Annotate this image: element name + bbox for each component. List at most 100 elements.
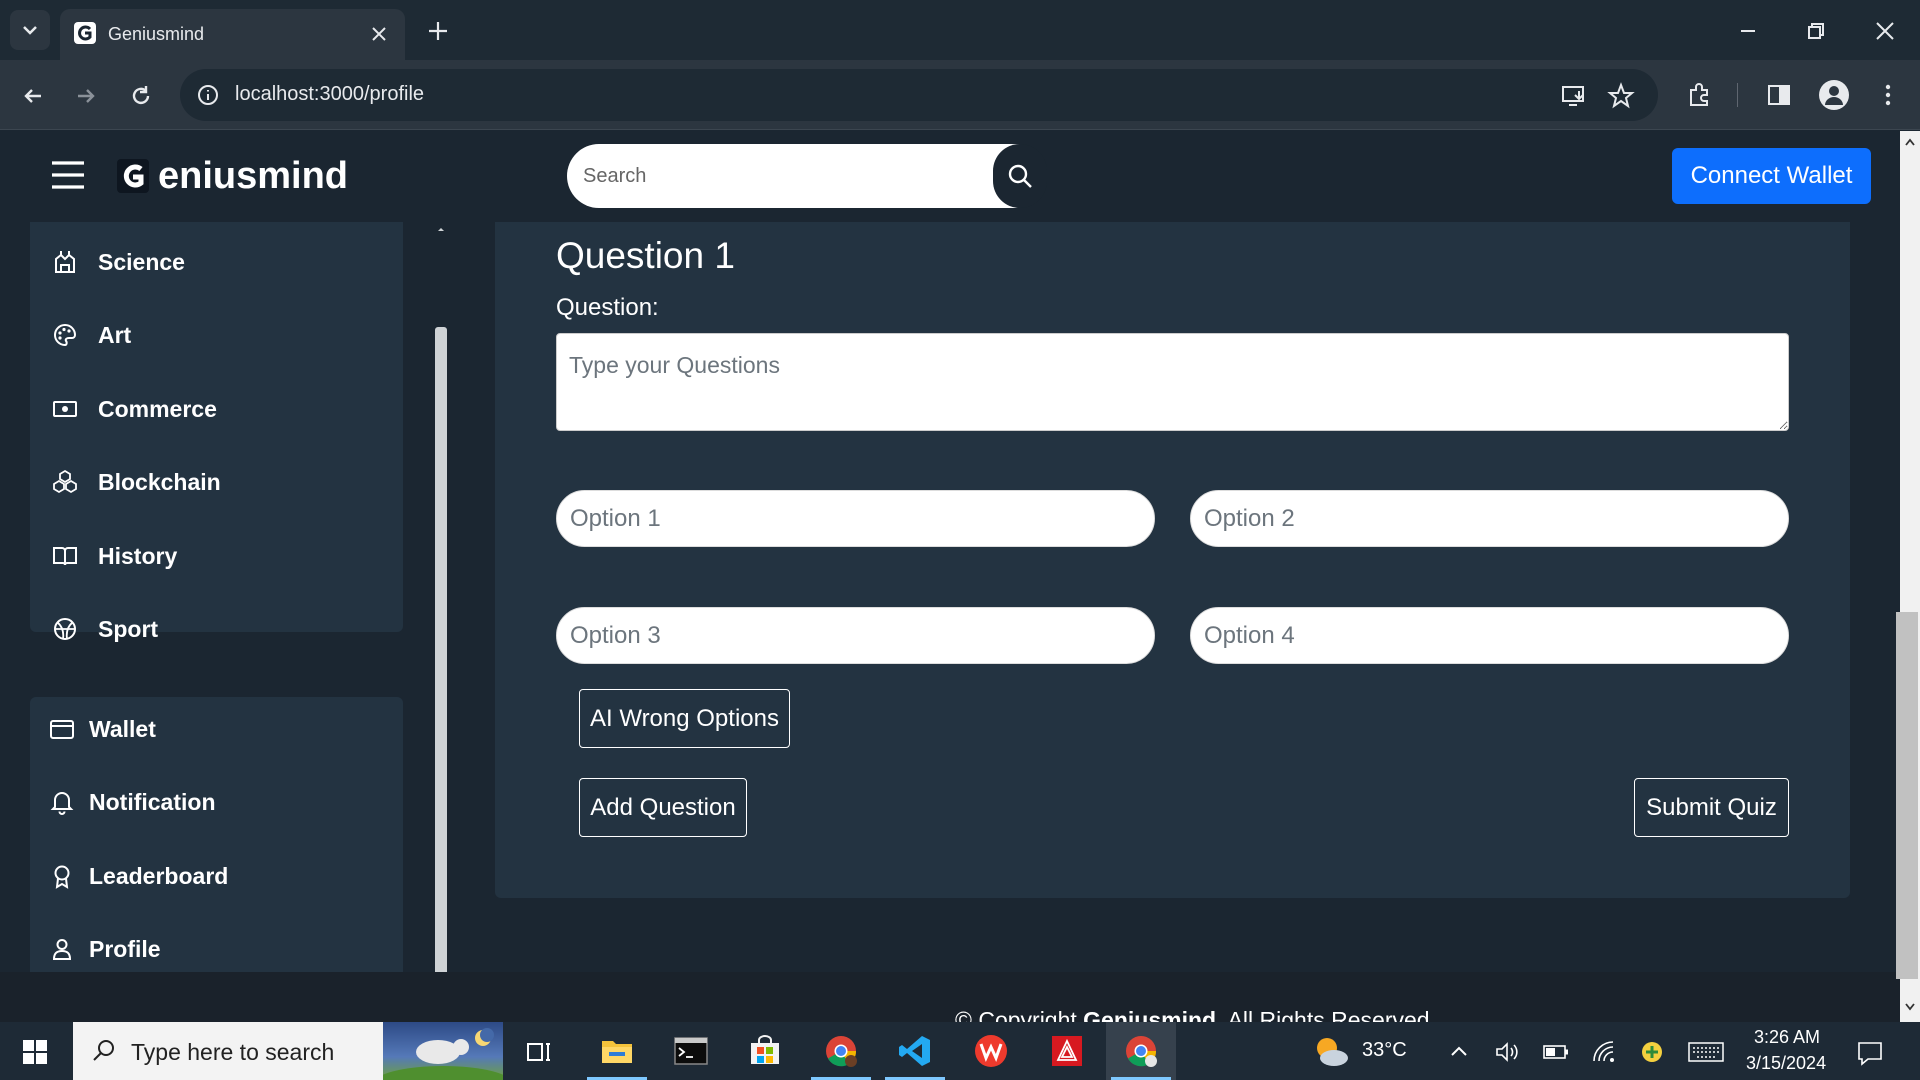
sidebar-item-profile[interactable]: Profile <box>47 929 161 969</box>
reload-icon[interactable] <box>127 82 155 110</box>
back-arrow-icon[interactable] <box>19 82 47 110</box>
chevron-up-icon[interactable] <box>1448 1041 1470 1063</box>
pdf-reader-icon <box>1052 1036 1082 1066</box>
install-app-icon[interactable] <box>1560 82 1588 110</box>
browser-tab[interactable]: Geniusmind <box>60 9 405 60</box>
question-label: Question: <box>556 294 659 321</box>
copyright-text: © Copyright Geniusmind. All Rights Reser… <box>955 1007 1430 1022</box>
logo-text[interactable]: eniusmind <box>158 155 348 198</box>
sidebar-item-art[interactable]: Art <box>50 315 131 355</box>
bell-icon <box>47 787 77 817</box>
sidebar-item-label: Science <box>98 248 185 275</box>
taskbar-search-box[interactable]: Type here to search <box>73 1022 503 1080</box>
side-panel-icon[interactable] <box>1765 81 1793 109</box>
folder-icon <box>602 1041 632 1063</box>
forward-arrow-icon[interactable] <box>72 82 100 110</box>
minimize-icon[interactable] <box>1735 18 1761 44</box>
sidebar-item-wallet[interactable]: Wallet <box>47 709 156 749</box>
sidebar-item-sport[interactable]: Sport <box>50 609 158 649</box>
clock-time[interactable]: 3:26 AM <box>1754 1027 1820 1048</box>
close-tab-icon[interactable] <box>368 23 390 45</box>
kebab-menu-icon[interactable] <box>1874 81 1902 109</box>
sidebar-item-commerce[interactable]: Commerce <box>50 389 217 429</box>
page-footer: © Copyright Geniusmind. All Rights Reser… <box>0 972 1900 1022</box>
sidebar-item-label: Profile <box>89 935 161 962</box>
extensions-icon[interactable] <box>1686 81 1714 109</box>
sidebar-item-notification[interactable]: Notification <box>47 782 216 822</box>
restore-icon[interactable] <box>1803 18 1829 44</box>
app-status-icon[interactable] <box>1640 1040 1664 1064</box>
tab-title: Geniusmind <box>108 24 205 44</box>
option-2-input[interactable] <box>1190 490 1789 547</box>
blockchain-icon <box>50 467 80 497</box>
chrome-icon <box>1126 1036 1157 1067</box>
sidebar-item-history[interactable]: History <box>50 536 177 576</box>
keyboard-icon[interactable] <box>1688 1041 1724 1063</box>
taskbar-chrome-active[interactable] <box>1106 1022 1176 1080</box>
book-icon <box>50 541 80 571</box>
sidebar-categories-panel: Science Art Commerce Blockchain History … <box>30 222 403 642</box>
search-button[interactable] <box>993 144 1047 208</box>
question-heading: Question 1 <box>556 235 735 276</box>
taskbar-pdf-reader[interactable] <box>1032 1022 1102 1080</box>
page-scroll-up-icon[interactable] <box>1903 136 1917 148</box>
sidebar-item-blockchain[interactable]: Blockchain <box>50 462 221 502</box>
taskbar-vscode[interactable] <box>880 1022 950 1080</box>
new-tab-icon[interactable] <box>425 18 451 44</box>
sidebar-item-label: Commerce <box>98 395 217 422</box>
page-scrollbar-thumb[interactable] <box>1896 612 1918 979</box>
volume-icon[interactable] <box>1494 1040 1520 1064</box>
temperature-text[interactable]: 33°C <box>1362 1039 1407 1062</box>
ai-wrong-options-button[interactable]: AI Wrong Options <box>579 689 790 748</box>
copyright-suffix: . All Rights Reserved <box>1216 1007 1430 1022</box>
wallet-icon <box>47 714 77 744</box>
taskbar-wps[interactable] <box>956 1022 1026 1080</box>
close-window-icon[interactable] <box>1872 18 1898 44</box>
add-question-button[interactable]: Add Question <box>579 778 747 837</box>
page-scroll-down-icon[interactable] <box>1903 1001 1917 1013</box>
question-textarea[interactable] <box>556 333 1789 431</box>
profile-avatar-icon[interactable] <box>1819 80 1849 110</box>
sidebar-item-label: Art <box>98 321 132 348</box>
battery-icon[interactable] <box>1542 1041 1570 1063</box>
sidebar-scrollbar-thumb[interactable] <box>435 327 447 974</box>
logo-mark <box>117 159 149 193</box>
task-view-icon[interactable] <box>525 1038 553 1066</box>
taskbar-store[interactable] <box>730 1022 800 1080</box>
option-1-input[interactable] <box>556 490 1155 547</box>
sidebar-item-leaderboard[interactable]: Leaderboard <box>47 856 228 896</box>
taskbar-terminal[interactable] <box>656 1022 726 1080</box>
sidebar-item-science[interactable]: Science <box>50 242 185 282</box>
address-bar[interactable]: localhost:3000/profile <box>180 69 1658 121</box>
windows-start-icon[interactable] <box>22 1039 48 1065</box>
sidebar-account-panel: Wallet Notification Leaderboard Profile <box>30 697 403 974</box>
tab-search-button[interactable] <box>10 10 50 50</box>
search-input[interactable] <box>567 144 997 208</box>
taskbar-chrome-profile[interactable] <box>806 1022 876 1080</box>
browser-toolbar: localhost:3000/profile <box>0 60 1920 130</box>
science-icon <box>50 247 80 277</box>
store-icon <box>751 1035 779 1064</box>
taskbar-file-explorer[interactable] <box>582 1022 652 1080</box>
notification-center-icon[interactable] <box>1856 1039 1884 1067</box>
option-4-input[interactable] <box>1190 607 1789 664</box>
app-navbar: eniusmind Connect Wallet <box>0 131 1900 222</box>
main-content: Science Art Commerce Blockchain History … <box>0 222 1900 974</box>
search-icon <box>1008 164 1032 188</box>
option-3-input[interactable] <box>556 607 1155 664</box>
clock-date[interactable]: 3/15/2024 <box>1746 1053 1826 1074</box>
sidebar-item-label: Leaderboard <box>89 862 229 889</box>
wifi-icon[interactable] <box>1591 1039 1617 1065</box>
bookmark-star-icon[interactable] <box>1607 82 1635 110</box>
weather-icon[interactable] <box>1312 1034 1352 1070</box>
taskbar-search-text: Type here to search <box>131 1039 335 1065</box>
hamburger-menu-icon[interactable] <box>50 159 86 191</box>
site-info-icon[interactable] <box>196 83 220 107</box>
vscode-icon <box>899 1036 930 1066</box>
scroll-up-arrow-icon[interactable] <box>435 224 447 234</box>
sidebar-item-label: Sport <box>98 615 159 642</box>
chevron-down-icon <box>23 26 37 35</box>
award-icon <box>47 861 77 891</box>
submit-quiz-button[interactable]: Submit Quiz <box>1634 778 1789 837</box>
connect-wallet-button[interactable]: Connect Wallet <box>1672 148 1871 204</box>
